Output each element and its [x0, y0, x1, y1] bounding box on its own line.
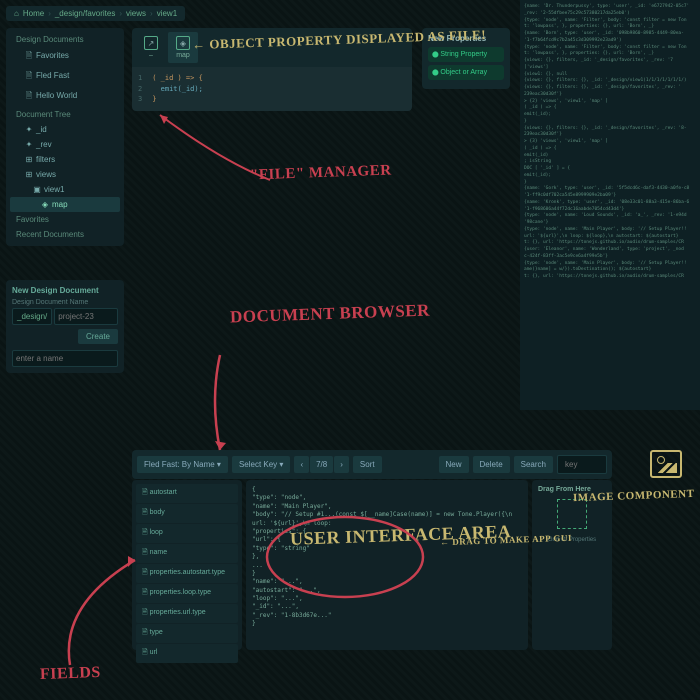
tree-icon: ◈ — [40, 200, 50, 209]
design-prefix: _design/ — [12, 308, 52, 325]
page-indicator: 7/8 — [310, 456, 333, 473]
annotation-fields: FIELDS — [40, 664, 101, 684]
tree-icon: ✦ — [24, 125, 34, 134]
field-name[interactable]: 🗎 name — [136, 544, 238, 563]
view-title-dropdown[interactable]: Fled Fast: By Name ▾ — [137, 456, 228, 473]
tree-item-views[interactable]: ⊞views — [10, 167, 120, 182]
field-properties-loop-type[interactable]: 🗎 properties.loop.type — [136, 584, 238, 603]
code-editor[interactable]: 1 ( _id ) => { 2 emit(_id); 3 } — [132, 67, 412, 111]
field-autostart[interactable]: 🗎 autostart — [136, 484, 238, 503]
tree-item-_id[interactable]: ✦_id — [10, 122, 120, 137]
field-properties-autostart-type[interactable]: 🗎 properties.autostart.type — [136, 564, 238, 583]
tree-item-_rev[interactable]: ✦_rev — [10, 137, 120, 152]
object-array-button[interactable]: Object or Array — [428, 65, 504, 80]
field-type[interactable]: 🗎 type — [136, 624, 238, 643]
create-button[interactable]: Create — [78, 329, 118, 344]
new-button[interactable]: New — [439, 456, 469, 473]
new-props-title: New Properties — [428, 34, 504, 43]
file-icon: ↗ — [144, 36, 158, 50]
enter-name-input[interactable] — [12, 350, 118, 367]
tree-icon: ⊞ — [24, 170, 34, 179]
sidebar-doc-hello[interactable]: 🗎Hello World — [10, 87, 120, 107]
tab-map[interactable]: ◈ map — [168, 32, 198, 63]
file-manager: ↗ – ◈ map 1 ( _id ) => { 2 emit(_id); 3 … — [132, 28, 412, 111]
field-properties-url-type[interactable]: 🗎 properties.url.type — [136, 604, 238, 623]
sidebar: Design Documents 🗎Favorites 🗎Fled Fast 🗎… — [6, 28, 124, 246]
arrow-doc-browser — [195, 350, 245, 460]
document-browser: 🗎 autostart🗎 body🗎 loop🗎 name🗎 propertie… — [132, 480, 612, 650]
home-icon[interactable]: ⌂ — [14, 9, 19, 18]
prev-page-button[interactable]: ‹ — [294, 456, 309, 473]
breadcrumb-item[interactable]: view1 — [157, 9, 177, 18]
drag-caption: Grid Of Properties — [538, 537, 606, 543]
field-body[interactable]: 🗎 body — [136, 504, 238, 523]
search-input[interactable] — [557, 455, 607, 474]
select-key-dropdown[interactable]: Select Key ▾ — [232, 456, 291, 473]
breadcrumb-item[interactable]: views — [126, 9, 146, 18]
new-doc-title: New Design Document — [12, 286, 118, 295]
recent-header[interactable]: Recent Documents — [10, 227, 120, 242]
tab-file[interactable]: ↗ – — [136, 32, 166, 63]
json-preview[interactable]: { "type": "node", "name": "Main Player",… — [246, 480, 528, 650]
tree-item-filters[interactable]: ⊞filters — [10, 152, 120, 167]
breadcrumb-item[interactable]: Home — [23, 9, 44, 18]
chevron-right-icon: › — [48, 9, 51, 18]
drag-panel: Drag From Here Grid Of Properties — [532, 480, 612, 650]
search-button[interactable]: Search — [514, 456, 553, 473]
file-icon: 🗎 — [24, 90, 34, 104]
next-page-button[interactable]: › — [334, 456, 349, 473]
drag-dropzone[interactable] — [557, 499, 587, 529]
image-component-icon — [650, 450, 682, 478]
doc-name-label: Design Document Name — [12, 299, 118, 306]
sidebar-doc-favorites[interactable]: 🗎Favorites — [10, 47, 120, 67]
field-loop[interactable]: 🗎 loop — [136, 524, 238, 543]
tree-item-map[interactable]: ◈map — [10, 197, 120, 212]
chevron-right-icon: › — [119, 9, 122, 18]
file-icon: 🗎 — [24, 50, 34, 64]
field-url[interactable]: 🗎 url — [136, 644, 238, 663]
annotation-doc-browser: DOCUMENT BROWSER — [230, 302, 430, 328]
map-icon: ◈ — [176, 36, 190, 50]
background-code: {name: 'Dr. Thunderpussy', type: 'user',… — [520, 0, 700, 410]
tree-item-view1[interactable]: ▣view1 — [10, 182, 120, 197]
doc-name-input[interactable] — [54, 308, 118, 325]
new-properties-panel: New Properties String Property Object or… — [422, 28, 510, 89]
breadcrumb: ⌂ Home › _design/favorites › views › vie… — [6, 6, 185, 21]
delete-button[interactable]: Delete — [473, 456, 510, 473]
pager: ‹ 7/8 › — [294, 456, 348, 473]
file-icon: 🗎 — [24, 70, 34, 84]
drag-title: Drag From Here — [538, 486, 606, 493]
design-docs-header[interactable]: Design Documents — [10, 32, 120, 47]
new-design-doc-panel: New Design Document Design Document Name… — [6, 280, 124, 373]
string-property-button[interactable]: String Property — [428, 47, 504, 62]
image-icon — [650, 450, 682, 478]
field-list: 🗎 autostart🗎 body🗎 loop🗎 name🗎 propertie… — [132, 480, 242, 650]
favorites-header[interactable]: Favorites — [10, 212, 120, 227]
chevron-right-icon: › — [150, 9, 153, 18]
tree-icon: ▣ — [32, 185, 42, 194]
doc-tree-header[interactable]: Document Tree — [10, 107, 120, 122]
sort-button[interactable]: Sort — [353, 456, 382, 473]
browser-toolbar: Fled Fast: By Name ▾ Select Key ▾ ‹ 7/8 … — [132, 450, 612, 479]
tree-icon: ⊞ — [24, 155, 34, 164]
annotation-file-manager: "FILE" MANAGER — [250, 163, 392, 185]
breadcrumb-item[interactable]: _design/favorites — [55, 9, 115, 18]
tree-icon: ✦ — [24, 140, 34, 149]
arrow-file-manager — [140, 110, 280, 200]
sidebar-doc-fledfast[interactable]: 🗎Fled Fast — [10, 67, 120, 87]
